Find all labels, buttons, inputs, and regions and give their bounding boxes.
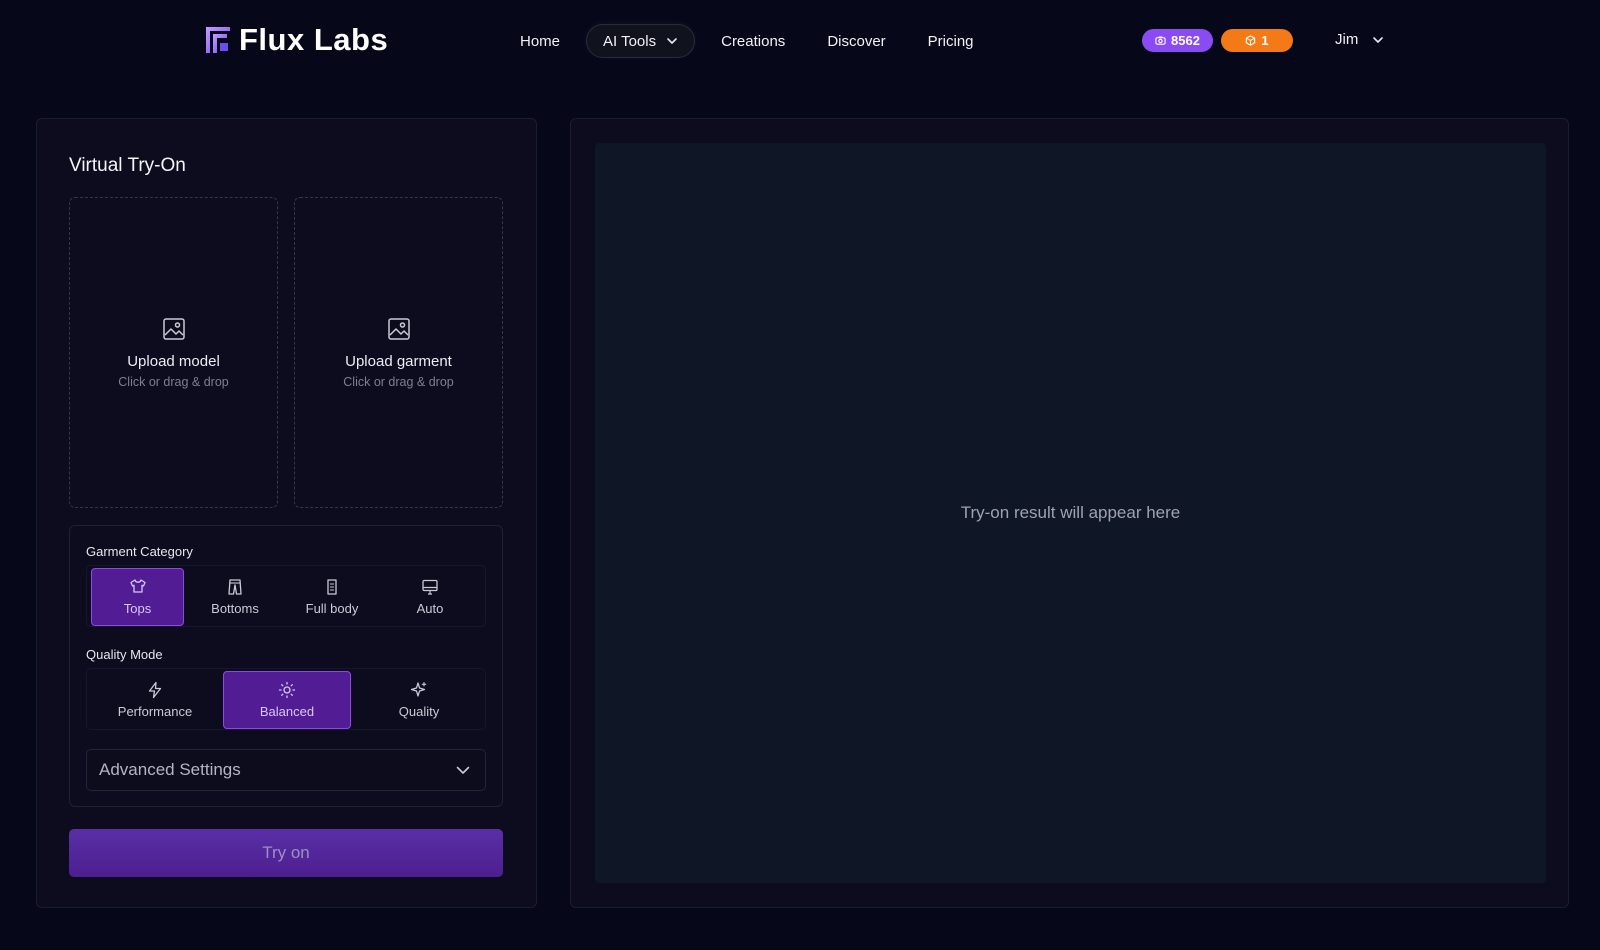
brand-name: Flux Labs <box>239 22 389 57</box>
garment-option-bottoms[interactable]: Bottoms <box>187 568 283 626</box>
garment-option-label: Tops <box>123 601 152 616</box>
shirt-icon <box>129 579 146 593</box>
upload-model-subtitle: Click or drag & drop <box>118 374 229 389</box>
credits-count: 8562 <box>1171 33 1200 48</box>
nav-creations[interactable]: Creations <box>721 24 785 58</box>
quality-mode-selector: Performance Balanced Quality <box>86 668 486 730</box>
result-panel: Try-on result will appear here <box>570 118 1569 908</box>
garment-option-auto[interactable]: Auto <box>381 568 479 626</box>
try-on-panel: Virtual Try-On Upload model Click or dra… <box>36 118 537 908</box>
settings-box: Garment Category Tops Bottoms Full body … <box>69 525 503 807</box>
nav-pricing[interactable]: Pricing <box>928 24 974 58</box>
user-name: Jim <box>1335 31 1359 48</box>
nav-discover[interactable]: Discover <box>827 24 885 58</box>
panel-title: Virtual Try-On <box>69 155 186 176</box>
chevron-down-icon <box>456 766 470 774</box>
garment-option-label: Full body <box>305 601 359 616</box>
result-placeholder: Try-on result will appear here <box>960 503 1181 522</box>
image-icon <box>387 317 410 340</box>
chevron-down-icon <box>667 38 677 44</box>
garment-option-label: Bottoms <box>211 601 259 616</box>
garment-option-full-body[interactable]: Full body <box>284 568 380 626</box>
nav-ai-tools-label: AI Tools <box>603 32 657 50</box>
user-menu[interactable]: Jim <box>1335 31 1384 48</box>
quality-option-performance[interactable]: Performance <box>91 671 219 729</box>
sun-icon <box>278 681 296 699</box>
brand-logo[interactable]: Flux Labs <box>205 22 388 58</box>
gem-icon <box>1246 35 1256 46</box>
garment-category-selector: Tops Bottoms Full body Auto <box>86 565 486 627</box>
quality-option-label: Quality <box>398 704 440 719</box>
advanced-settings-label: Advanced Settings <box>99 760 241 779</box>
quality-option-label: Performance <box>117 704 193 719</box>
gems-count: 1 <box>1261 33 1269 48</box>
image-icon <box>162 317 185 340</box>
upload-garment-title: Upload garment <box>345 352 452 370</box>
upload-garment-subtitle: Click or drag & drop <box>343 374 454 389</box>
result-preview-area: Try-on result will appear here <box>595 143 1546 883</box>
advanced-settings-toggle[interactable]: Advanced Settings <box>86 749 486 791</box>
dress-icon <box>327 579 337 595</box>
sparkles-icon <box>410 681 427 697</box>
credits-badge[interactable]: 8562 <box>1142 29 1213 52</box>
quality-option-balanced[interactable]: Balanced <box>223 671 351 729</box>
quality-option-label: Balanced <box>259 704 315 719</box>
camera-icon <box>1155 36 1166 45</box>
pants-icon <box>228 579 242 595</box>
flux-logo-icon <box>206 27 230 53</box>
chevron-down-icon <box>1373 36 1384 43</box>
garment-option-label: Auto <box>416 601 444 616</box>
upload-model-dropzone[interactable]: Upload model Click or drag & drop <box>69 197 278 508</box>
garment-category-label: Garment Category <box>86 544 193 559</box>
upload-garment-dropzone[interactable]: Upload garment Click or drag & drop <box>294 197 503 508</box>
monitor-icon <box>422 579 438 595</box>
try-on-button[interactable]: Try on <box>69 829 503 877</box>
upload-model-title: Upload model <box>127 352 220 370</box>
quality-mode-label: Quality Mode <box>86 647 163 662</box>
nav-ai-tools[interactable]: AI Tools <box>586 24 696 58</box>
bolt-icon <box>148 681 162 699</box>
garment-option-tops[interactable]: Tops <box>91 568 184 626</box>
nav-links: Home AI Tools Creations Discover Pricing <box>505 24 974 58</box>
quality-option-quality[interactable]: Quality <box>355 671 483 729</box>
nav-home[interactable]: Home <box>520 24 560 58</box>
top-navbar: Flux Labs Home AI Tools Creations Discov… <box>0 0 1600 82</box>
gems-badge[interactable]: 1 <box>1221 29 1293 52</box>
